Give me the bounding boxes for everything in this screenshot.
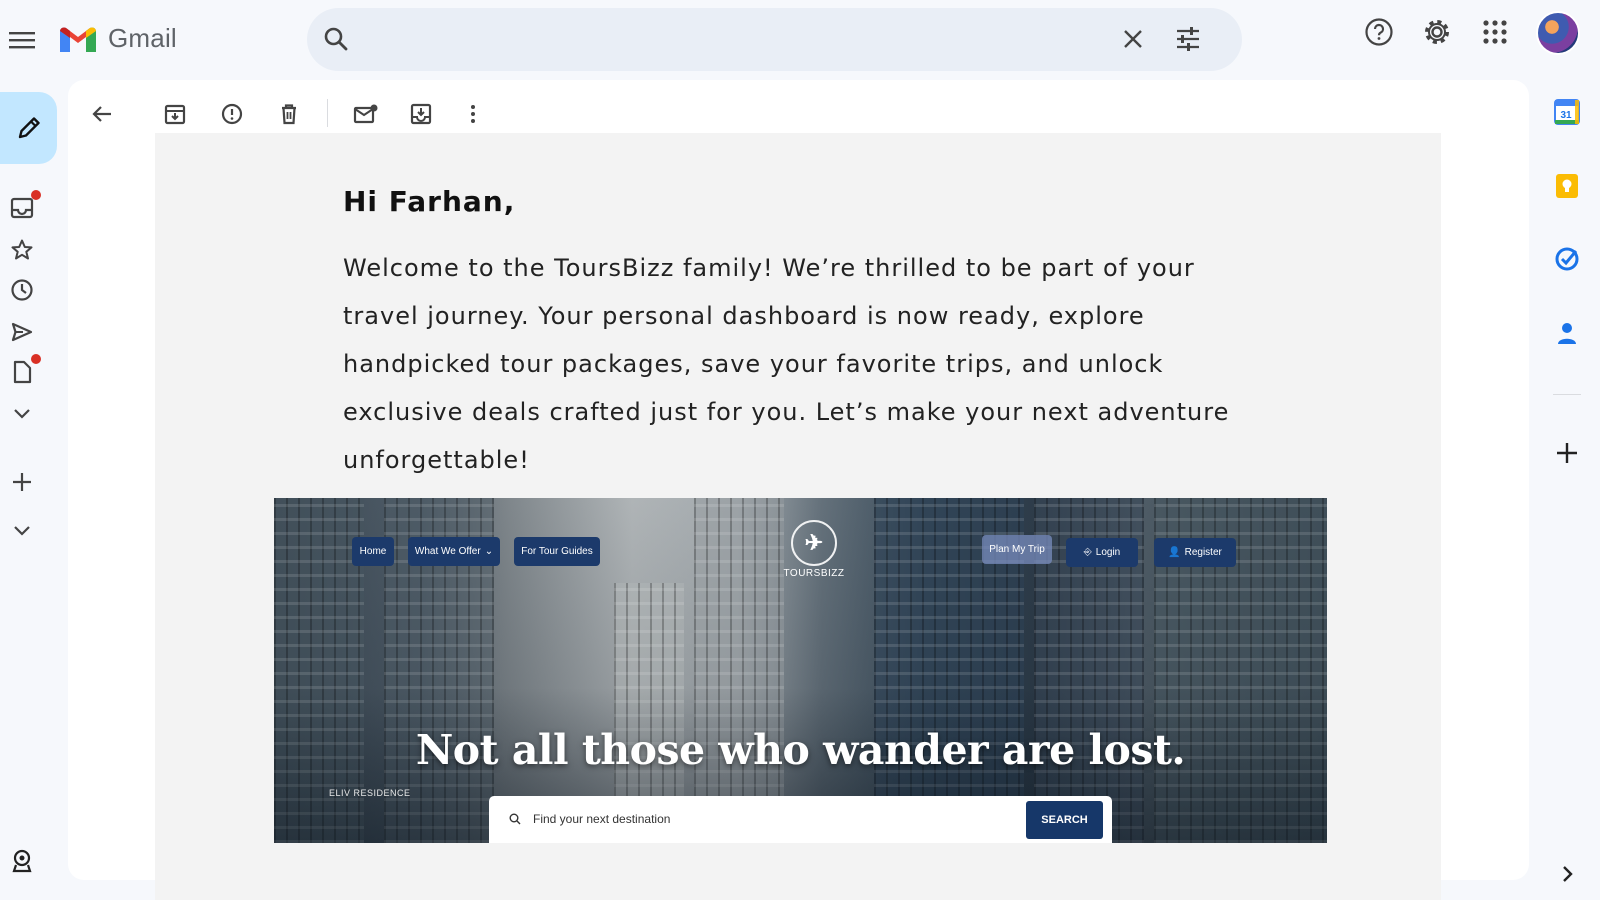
svg-text:31: 31 — [1560, 110, 1572, 121]
email-greeting: Hi Farhan, — [343, 185, 516, 218]
logo-mark-icon: ✈ — [791, 520, 837, 566]
hero-banner-image[interactable]: Home What We Offer ⌄ For Tour Guides ✈ TO… — [274, 498, 1327, 843]
back-arrow-icon[interactable] — [87, 99, 117, 129]
tasks-icon[interactable] — [1550, 242, 1584, 276]
apps-icon[interactable] — [1479, 16, 1511, 48]
keep-icon[interactable] — [1550, 169, 1584, 203]
plus-icon[interactable] — [1550, 436, 1584, 470]
compose-button[interactable] — [0, 92, 57, 164]
login-icon: ⎆ — [1083, 547, 1092, 558]
clock-icon[interactable] — [8, 276, 36, 304]
help-icon[interactable] — [1363, 16, 1395, 48]
gmail-logo[interactable]: Gmail — [58, 22, 177, 54]
banner-search-button[interactable]: SEARCH — [1026, 801, 1103, 839]
email-body: Hi Farhan, Welcome to the ToursBizz fami… — [155, 133, 1441, 900]
tune-icon[interactable] — [1175, 26, 1201, 57]
search-icon — [509, 812, 521, 830]
banner-nav-offer[interactable]: What We Offer ⌄ — [408, 537, 500, 566]
delete-icon[interactable] — [274, 99, 304, 129]
banner-register[interactable]: 👤 Register — [1154, 538, 1236, 567]
chevron-right-icon[interactable] — [1550, 857, 1584, 891]
unread-badge — [31, 354, 41, 364]
calendar-icon[interactable]: 31 — [1550, 95, 1584, 129]
banner-nav-label: Register — [1184, 547, 1222, 558]
banner-nav-label: Home — [359, 546, 387, 557]
avatar[interactable] — [1536, 11, 1580, 55]
report-spam-icon[interactable] — [217, 99, 247, 129]
search-icon[interactable] — [323, 26, 349, 57]
menu-icon[interactable] — [6, 24, 38, 56]
pencil-icon — [18, 117, 40, 139]
support-icon[interactable] — [8, 847, 36, 875]
star-icon[interactable] — [8, 236, 36, 264]
chevron-down-icon[interactable] — [8, 400, 36, 428]
email-paragraph: Welcome to the ToursBizz family! We’re t… — [343, 254, 1230, 474]
move-to-inbox-icon[interactable] — [406, 99, 436, 129]
banner-search-placeholder: Find your next destination — [533, 812, 671, 826]
banner-nav-label: What We Offer — [414, 546, 481, 557]
banner-plan-trip[interactable]: Plan My Trip — [982, 535, 1052, 564]
banner-nav-label: Login — [1095, 547, 1121, 558]
logo-text: TOURSBIZZ — [783, 568, 845, 579]
building-sign: ELIV RESIDENCE — [329, 788, 411, 798]
banner-nav-home[interactable]: Home — [352, 537, 394, 566]
banner-headline: Not all those who wander are lost. — [415, 726, 1186, 774]
send-icon[interactable] — [8, 318, 36, 346]
app-name: Gmail — [108, 22, 177, 53]
plus-icon[interactable] — [8, 468, 36, 496]
toolbar-divider — [327, 99, 328, 127]
user-icon: 👤 — [1168, 547, 1181, 558]
more-vert-icon[interactable] — [458, 99, 488, 129]
mark-unread-icon[interactable] — [351, 99, 381, 129]
archive-icon[interactable] — [160, 99, 190, 129]
search-bar[interactable] — [307, 8, 1242, 71]
chevron-down-icon: ⌄ — [484, 546, 494, 557]
top-bar: Gmail — [0, 0, 1600, 80]
banner-nav-label: For Tour Guides — [521, 546, 593, 557]
contacts-icon[interactable] — [1550, 316, 1584, 350]
banner-nav-guides[interactable]: For Tour Guides — [514, 537, 600, 566]
unread-badge — [31, 190, 41, 200]
search-input[interactable] — [367, 22, 1127, 58]
banner-login[interactable]: ⎆ Login — [1066, 538, 1138, 567]
banner-nav-label: Plan My Trip — [989, 544, 1045, 555]
toursbizz-logo: ✈ TOURSBIZZ — [769, 520, 859, 579]
chevron-down-icon[interactable] — [8, 517, 36, 545]
settings-icon[interactable] — [1421, 16, 1453, 48]
gmail-m-icon — [60, 27, 96, 52]
close-icon[interactable] — [1122, 28, 1144, 55]
side-panel-divider — [1553, 394, 1581, 395]
banner-search-box[interactable]: Find your next destination SEARCH — [489, 796, 1112, 843]
